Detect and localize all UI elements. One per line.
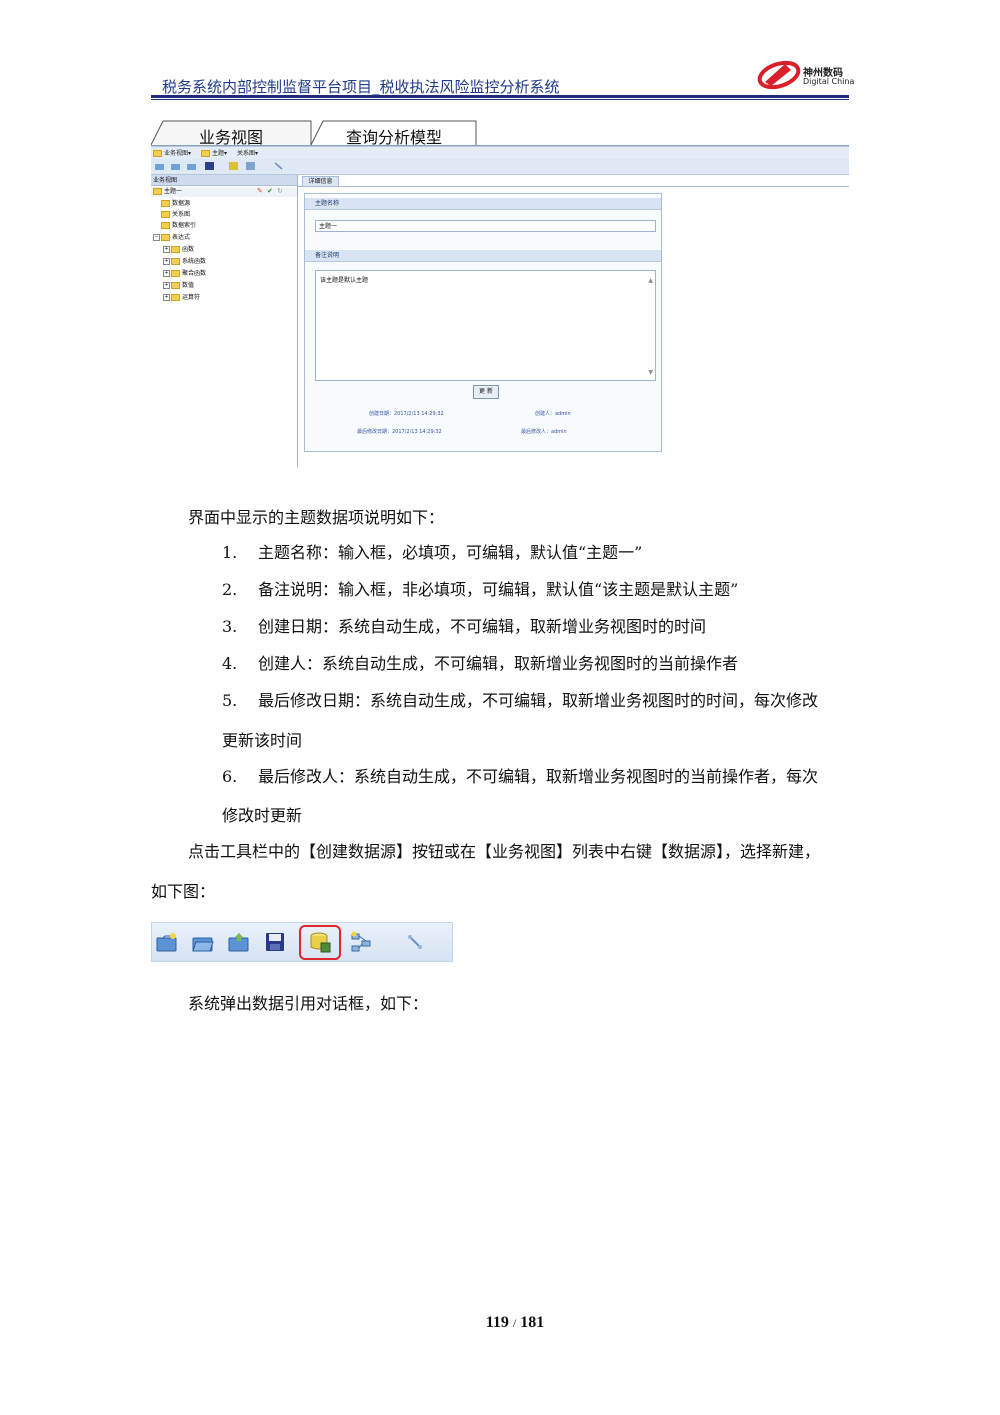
toolbar-screenshot	[151, 922, 453, 962]
edit-icon[interactable]: ✎	[257, 187, 263, 195]
connector-icon[interactable]	[404, 931, 426, 953]
page-number: 119 / 181	[0, 1314, 1000, 1332]
tree-node-operator[interactable]: + 运算符	[163, 293, 200, 303]
collapse-icon[interactable]: −	[153, 234, 160, 241]
folder-icon	[171, 270, 180, 277]
list-item-continuation: 修改时更新	[222, 806, 303, 825]
folder-icon	[161, 200, 170, 207]
topic-form: 主题名称 主题一 备注说明 该主题是默认主题 ▲ ▼ 更 新 创建日期：2017…	[304, 193, 662, 452]
export-folder-icon[interactable]	[228, 931, 250, 953]
topic-folder-icon	[153, 188, 162, 195]
tree-root-row[interactable]: 主题一 ✎ ✔ ↻	[151, 187, 297, 197]
expand-icon[interactable]: +	[163, 246, 170, 253]
creator-text: 创建人：admin	[535, 411, 571, 417]
relation-icon[interactable]	[246, 162, 255, 170]
tree-node-datasource[interactable]: 数据源	[161, 199, 190, 209]
small-toolbar	[151, 159, 849, 175]
list-item: 6. 最后修改人：系统自动生成，不可编辑，取新增业务视图时的当前操作者，每次	[222, 767, 819, 786]
open-folder-icon[interactable]	[192, 931, 214, 953]
click-instruction-paragraph: 点击工具栏中的【创建数据源】按钮或在【业务视图】列表中右键【数据源】，选择新建，	[188, 842, 821, 861]
folder-icon	[171, 294, 180, 301]
folder-icon	[161, 211, 170, 218]
page-total: 181	[520, 1314, 545, 1331]
list-item: 5. 最后修改日期：系统自动生成，不可编辑，取新增业务视图时的时间，每次修改	[222, 691, 819, 710]
export-folder-icon[interactable]	[187, 162, 196, 170]
modified-date-text: 最后修改日期：2017/2/13 14:29:32	[357, 429, 442, 435]
connector-icon[interactable]	[274, 162, 283, 170]
folder-icon	[171, 282, 180, 289]
expand-icon[interactable]: +	[163, 258, 170, 265]
scroll-down-icon[interactable]: ▼	[648, 369, 653, 376]
folder-icon	[171, 246, 180, 253]
page-separator: /	[512, 1316, 517, 1330]
create-datasource-icon[interactable]	[229, 162, 238, 170]
save-icon[interactable]	[205, 162, 214, 170]
check-icon[interactable]: ✔	[267, 187, 273, 195]
modifier-text: 最后修改人：admin	[521, 429, 567, 435]
list-item-continuation: 更新该时间	[222, 731, 303, 750]
logo-text-en: Digital China	[803, 77, 855, 86]
header-rule-thick	[151, 95, 849, 98]
menu-strip: 业务视图▾ 主题▾ 关系图▾	[151, 146, 849, 159]
tree-node-numeric[interactable]: + 数值	[163, 281, 194, 291]
folder-icon	[153, 150, 162, 157]
created-date-text: 创建日期：2017/2/13 14:29:32	[369, 411, 444, 417]
note-section-title: 备注说明	[305, 250, 661, 262]
folder-icon	[161, 222, 170, 229]
click-instruction-continuation: 如下图：	[151, 882, 216, 901]
tree-node-agg-function[interactable]: + 聚合函数	[163, 269, 206, 279]
highlight-box	[299, 925, 341, 960]
folder-icon	[201, 150, 210, 157]
tree-node-expression[interactable]: − 表达式	[153, 233, 190, 243]
list-item: 2. 备注说明：输入框，非必填项，可编辑，默认值“该主题是默认主题”	[222, 580, 739, 599]
list-item: 1. 主题名称：输入框，必填项，可编辑，默认值“主题一”	[222, 543, 643, 562]
expand-icon[interactable]: +	[163, 270, 170, 277]
page-current: 119	[485, 1314, 509, 1331]
tab-business-view[interactable]: 业务视图	[199, 124, 263, 148]
expand-icon[interactable]: +	[163, 282, 170, 289]
tree-node-function[interactable]: + 函数	[163, 245, 194, 255]
note-textarea[interactable]: 该主题是默认主题 ▲ ▼	[315, 270, 656, 381]
expand-icon[interactable]: +	[163, 294, 170, 301]
detail-area: 详细信息 主题名称 主题一 备注说明 该主题是默认主题 ▲ ▼ 更 新 创建日期…	[298, 175, 849, 467]
detail-tab-divider	[298, 186, 849, 187]
topic-name-section-title: 主题名称	[305, 198, 661, 210]
refresh-icon[interactable]: ↻	[277, 187, 283, 195]
menu-relation[interactable]: 关系图▾	[237, 148, 258, 157]
tree-node-index[interactable]: 数据索引	[161, 221, 196, 231]
tree-node-root[interactable]: 主题一	[153, 187, 182, 197]
folder-icon	[171, 258, 180, 265]
note-textarea-value: 该主题是默认主题	[320, 277, 369, 284]
new-folder-icon[interactable]	[155, 162, 164, 170]
tree-node-sys-function[interactable]: + 系统函数	[163, 257, 206, 267]
header-rule-thin	[151, 99, 849, 100]
list-item: 4. 创建人：系统自动生成，不可编辑，取新增业务视图时的当前操作者	[222, 654, 739, 673]
new-folder-icon[interactable]	[156, 931, 178, 953]
relation-diagram-icon[interactable]	[350, 931, 372, 953]
menu-topic[interactable]: 主题▾	[201, 148, 227, 157]
list-item: 3. 创建日期：系统自动生成，不可编辑，取新增业务视图时的时间	[222, 617, 707, 636]
menu-business-view[interactable]: 业务视图▾	[153, 148, 191, 157]
open-folder-icon[interactable]	[171, 162, 180, 170]
tree-node-relation[interactable]: 关系图	[161, 210, 190, 220]
intro-paragraph: 界面中显示的主题数据项说明如下：	[188, 508, 445, 527]
topic-name-input[interactable]: 主题一	[315, 220, 656, 232]
scroll-up-icon[interactable]: ▲	[648, 277, 653, 284]
document-header-title: 税务系统内部控制监督平台项目_税收执法风险监控分析系统	[162, 78, 560, 96]
save-icon[interactable]	[264, 931, 286, 953]
tab-query-model[interactable]: 查询分析模型	[346, 124, 442, 148]
tree-panel-title: 业务视图	[151, 175, 297, 186]
business-view-screenshot: 业务视图 查询分析模型 业务视图▾ 主题▾ 关系图▾ 业务视图 主题一 ✎ ✔ …	[151, 118, 849, 468]
folder-icon	[161, 234, 170, 241]
business-view-tree-panel: 业务视图 主题一 ✎ ✔ ↻ 数据源 关系图 数据索引 − 表达式 + 函数 + 系统…	[151, 175, 298, 467]
dialog-paragraph: 系统弹出数据引用对话框，如下：	[188, 994, 429, 1013]
update-button[interactable]: 更 新	[473, 385, 499, 399]
